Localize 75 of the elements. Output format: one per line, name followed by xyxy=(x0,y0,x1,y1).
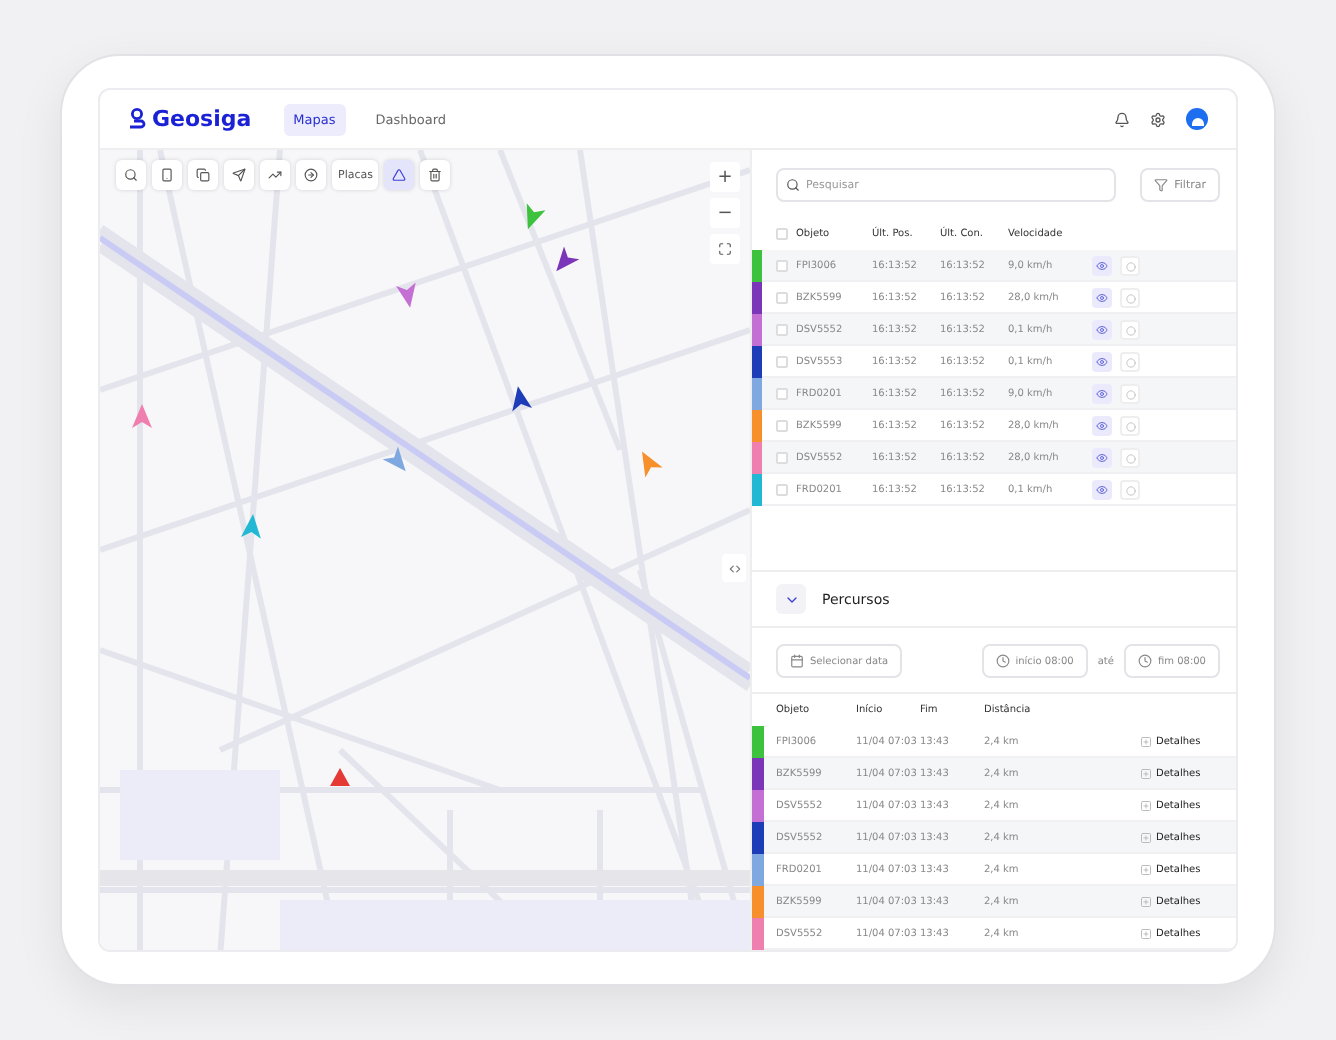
row-checkbox[interactable] xyxy=(776,260,788,272)
circle-icon xyxy=(1125,421,1135,431)
eye-icon xyxy=(1096,292,1108,304)
calendar-icon xyxy=(790,654,804,668)
phone-icon xyxy=(160,168,174,182)
trash-icon xyxy=(428,168,443,182)
row-checkbox[interactable] xyxy=(776,388,788,400)
view-button[interactable] xyxy=(1092,256,1112,276)
circle-icon xyxy=(1125,485,1135,495)
clock-icon xyxy=(995,654,1010,668)
copy-tool[interactable] xyxy=(188,160,218,190)
trash-tool[interactable] xyxy=(420,160,451,190)
circle-arrow-icon xyxy=(304,168,318,182)
circle-icon xyxy=(1125,261,1135,271)
circle-icon xyxy=(1125,453,1135,463)
row-checkbox[interactable] xyxy=(776,324,788,336)
plus-square-icon xyxy=(1140,864,1152,876)
collapse-toggle[interactable] xyxy=(776,584,806,614)
eye-icon xyxy=(1096,420,1108,432)
zoom-in-button[interactable]: + xyxy=(710,162,740,192)
circle-arrow-tool[interactable] xyxy=(296,160,326,190)
view-button[interactable] xyxy=(1092,352,1112,372)
plus-square-icon xyxy=(1140,800,1152,812)
chevrons-icon xyxy=(727,561,741,575)
view-button[interactable] xyxy=(1092,480,1112,500)
plus-square-icon xyxy=(1140,768,1152,780)
search-tool[interactable] xyxy=(116,160,146,190)
settings-icon[interactable] xyxy=(1150,111,1166,127)
plus-square-icon xyxy=(1140,896,1152,908)
row-checkbox[interactable] xyxy=(776,292,788,304)
fullscreen-icon xyxy=(718,242,732,256)
eye-icon xyxy=(1096,324,1108,336)
send-tool[interactable] xyxy=(224,160,254,190)
circle-icon xyxy=(1125,389,1135,399)
plus-square-icon xyxy=(1140,928,1152,940)
view-button[interactable] xyxy=(1092,416,1112,436)
plus-square-icon xyxy=(1140,832,1152,844)
triangle-icon xyxy=(392,168,407,182)
view-button[interactable] xyxy=(1092,288,1112,308)
view-button[interactable] xyxy=(1092,384,1112,404)
avatar[interactable] xyxy=(1186,108,1208,130)
search-icon xyxy=(124,168,138,182)
logo-icon xyxy=(128,108,146,130)
view-button[interactable] xyxy=(1092,448,1112,468)
row-checkbox[interactable] xyxy=(776,356,788,368)
row-checkbox[interactable] xyxy=(776,484,788,496)
eye-icon xyxy=(1096,260,1108,272)
search-icon xyxy=(786,178,800,192)
triangle-tool[interactable] xyxy=(384,160,415,190)
eye-icon xyxy=(1096,484,1108,496)
fullscreen-button[interactable] xyxy=(710,234,740,264)
trend-tool[interactable] xyxy=(260,160,290,190)
copy-icon xyxy=(196,168,210,182)
circle-icon xyxy=(1125,357,1135,367)
circle-icon xyxy=(1125,293,1135,303)
filter-icon xyxy=(1154,178,1169,192)
logo-text: Geosiga xyxy=(152,106,252,132)
select-all-checkbox[interactable] xyxy=(776,228,788,240)
vehicle-arrow-icon[interactable] xyxy=(506,384,534,412)
view-button[interactable] xyxy=(1092,320,1112,340)
send-icon xyxy=(232,168,246,182)
row-checkbox[interactable] xyxy=(776,420,788,432)
trend-icon xyxy=(268,168,282,182)
clock-icon xyxy=(1137,654,1152,668)
eye-icon xyxy=(1096,388,1108,400)
row-checkbox[interactable] xyxy=(776,452,788,464)
notification-icon[interactable] xyxy=(1114,111,1130,127)
eye-icon xyxy=(1096,356,1108,368)
plus-square-icon xyxy=(1140,736,1152,748)
expand-panel-button[interactable] xyxy=(722,554,746,582)
warning-icon[interactable] xyxy=(330,768,350,786)
phone-tool[interactable] xyxy=(152,160,182,190)
zoom-out-button[interactable]: − xyxy=(710,198,740,228)
eye-icon xyxy=(1096,452,1108,464)
circle-icon xyxy=(1125,325,1135,335)
